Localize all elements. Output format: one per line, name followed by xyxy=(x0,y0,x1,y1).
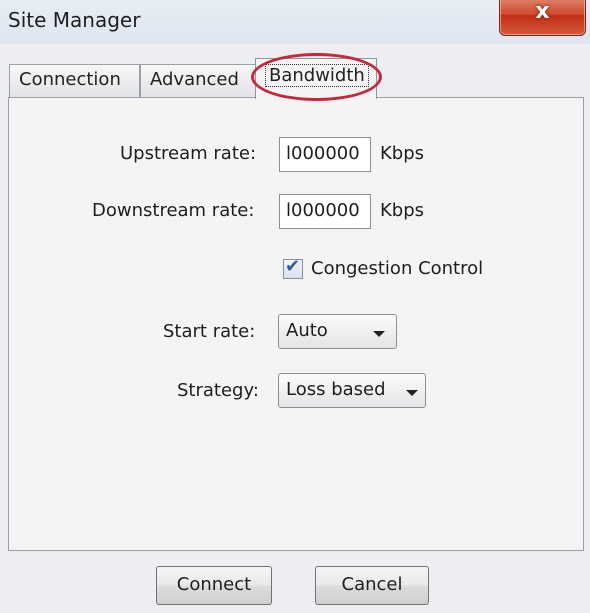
close-button[interactable]: x xyxy=(499,0,586,36)
upstream-rate-label: Upstream rate: xyxy=(120,143,257,164)
tab-label: Advanced xyxy=(150,69,239,90)
upstream-unit: Kbps xyxy=(380,143,425,164)
downstream-rate-input[interactable]: l000000 xyxy=(279,194,371,229)
upstream-rate-input[interactable]: l000000 xyxy=(279,137,371,172)
tab-advanced[interactable]: Advanced xyxy=(140,64,257,97)
tab-bandwidth[interactable]: Bandwidth xyxy=(255,58,377,99)
congestion-control-checkbox[interactable]: ✔ xyxy=(283,256,303,279)
tab-connection[interactable]: Connection xyxy=(9,64,140,97)
chevron-down-icon xyxy=(406,390,418,396)
site-manager-window: Site Manager x Connection Advanced Bandw… xyxy=(0,0,590,613)
tab-label: Connection xyxy=(19,69,121,90)
chevron-down-icon xyxy=(373,331,385,337)
title-bar: Site Manager x xyxy=(0,0,590,44)
start-rate-select[interactable]: Auto xyxy=(278,314,397,349)
start-rate-label: Start rate: xyxy=(163,321,256,342)
close-icon: x xyxy=(535,0,550,24)
downstream-rate-label: Downstream rate: xyxy=(92,200,255,221)
window-title: Site Manager xyxy=(8,8,141,32)
checkmark-icon: ✔ xyxy=(285,256,301,277)
downstream-unit: Kbps xyxy=(380,200,425,221)
strategy-select[interactable]: Loss based xyxy=(278,373,426,408)
strategy-value: Loss based xyxy=(286,379,386,400)
connect-button[interactable]: Connect xyxy=(156,566,272,605)
strategy-label: Strategy: xyxy=(177,380,259,401)
congestion-control-label: Congestion Control xyxy=(311,258,484,279)
cancel-button[interactable]: Cancel xyxy=(315,566,429,605)
start-rate-value: Auto xyxy=(286,320,328,341)
tab-label: Bandwidth xyxy=(265,64,369,87)
